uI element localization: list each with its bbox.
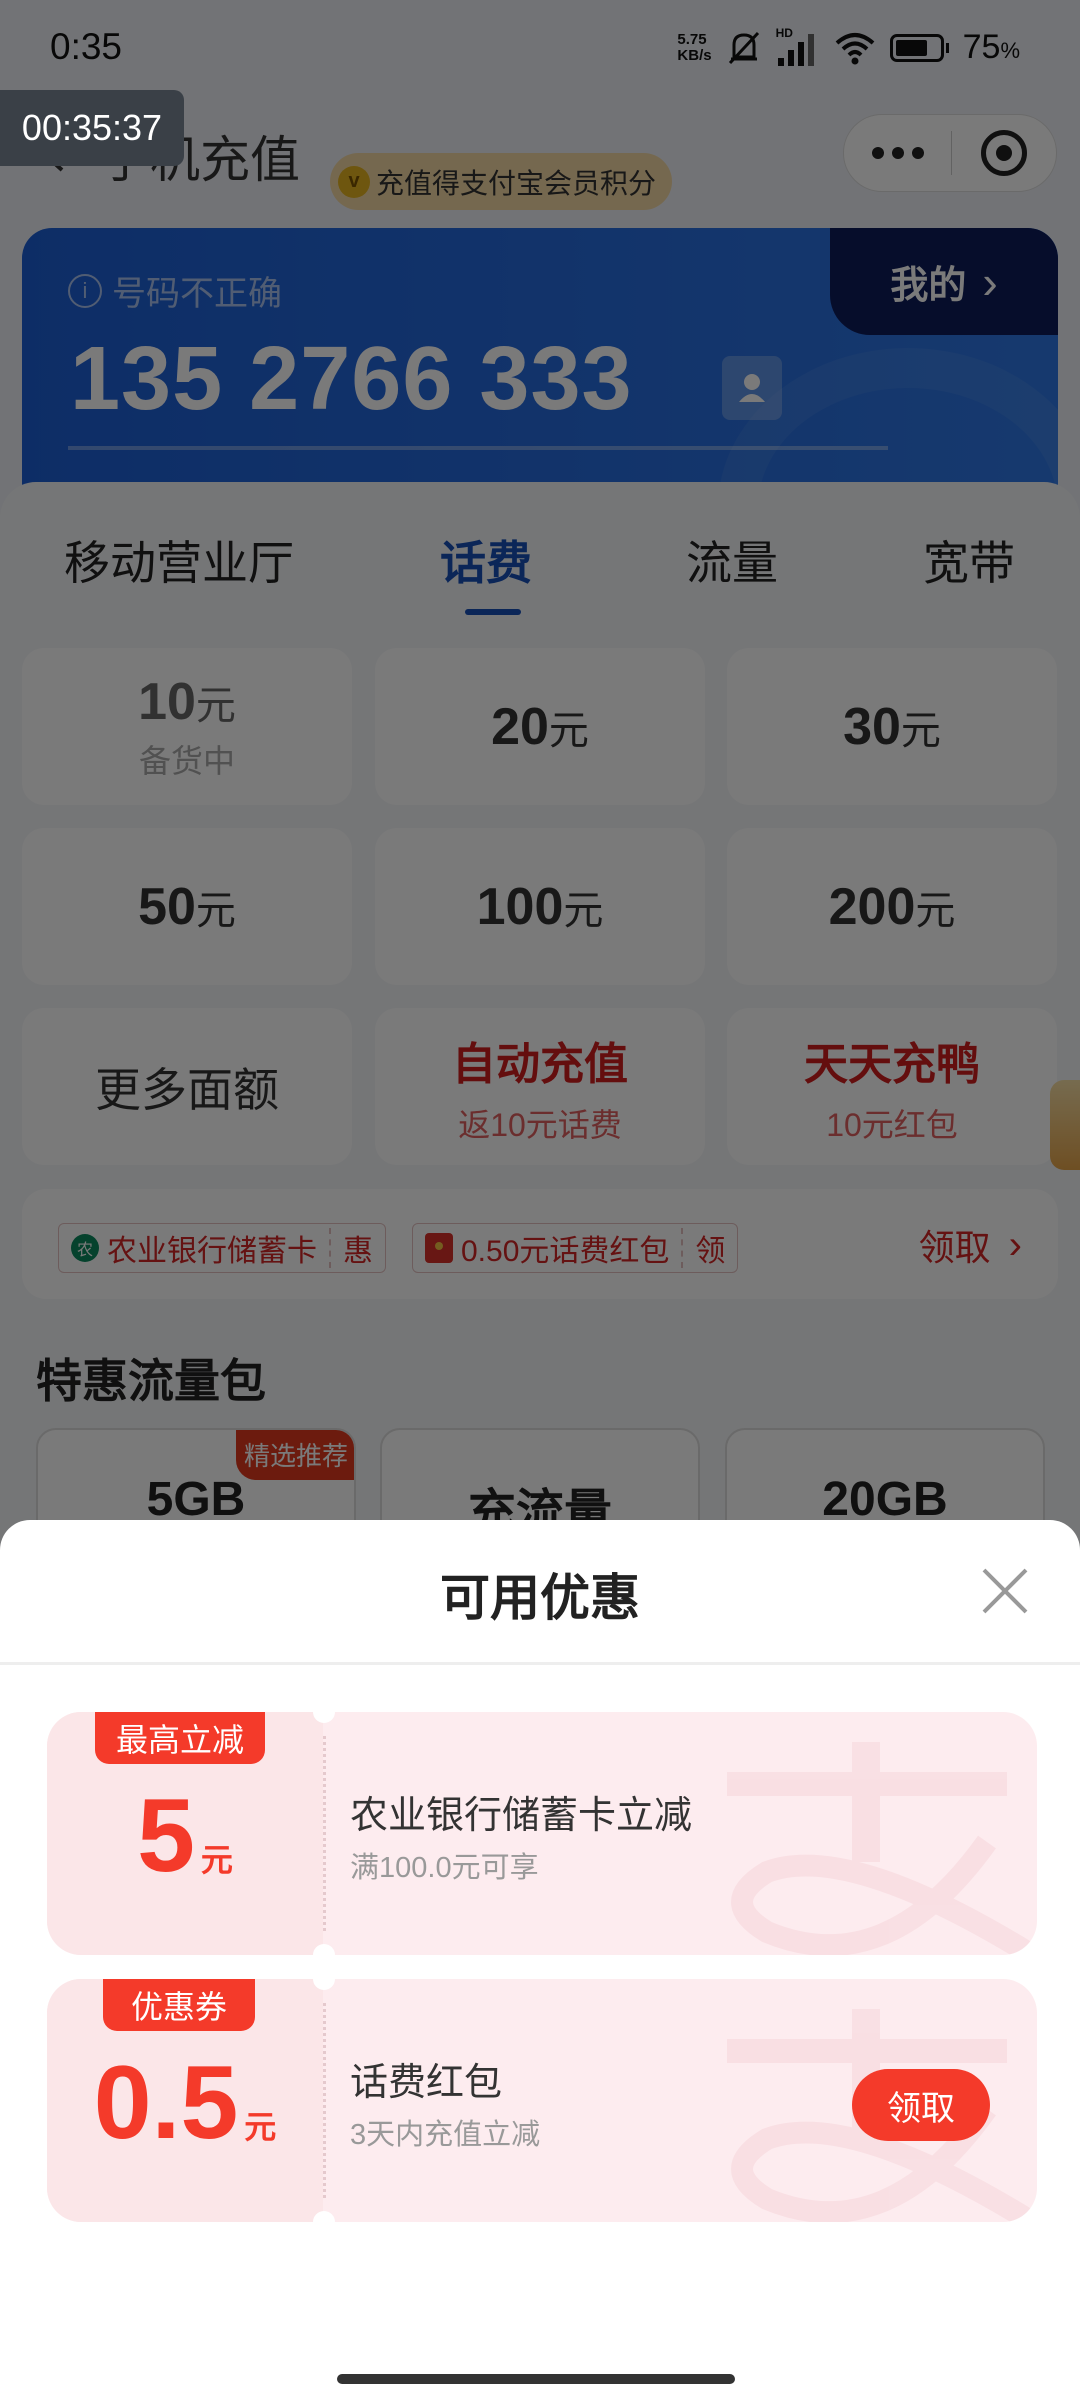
sheet-title: 可用优惠 [440,1570,640,1626]
coupon-amount: 0.5 [93,2045,239,2161]
coupon-perforation [323,1736,326,1931]
coupon-notch [313,1944,335,1955]
alipay-watermark-icon [727,1742,1033,1955]
coupon-badge: 最高立减 [95,1712,265,1764]
home-indicator[interactable] [337,2374,735,2384]
available-discounts-sheet: 可用优惠 最高立减 5 元 农业银行储蓄卡立减 满100.0元可享 优惠券 0.… [0,1520,1080,2400]
close-icon[interactable] [980,1566,1030,1616]
coupon-card[interactable]: 最高立减 5 元 农业银行储蓄卡立减 满100.0元可享 [47,1712,1037,1955]
coupon-card[interactable]: 优惠券 0.5 元 话费红包 3天内充值立减 领取 [47,1979,1037,2222]
coupon-perforation [323,2003,326,2198]
coupon-value: 5 元 [47,1784,323,1888]
coupon-notch [313,2211,335,2222]
coupon-unit: 元 [200,1842,233,1878]
coupon-title: 农业银行储蓄卡立减 [350,1795,693,1837]
coupon-value: 0.5 元 [47,2051,323,2155]
coupon-subtitle: 满100.0元可享 [350,1852,539,1884]
coupon-badge: 优惠券 [103,1979,255,2031]
coupon-title: 话费红包 [350,2062,503,2104]
recording-timer: 00:35:37 [0,90,184,166]
sheet-divider [0,1662,1080,1665]
claim-coupon-button[interactable]: 领取 [852,2069,990,2141]
coupon-unit: 元 [244,2109,277,2145]
coupon-subtitle: 3天内充值立减 [350,2119,541,2151]
coupon-amount: 5 [137,1778,195,1894]
